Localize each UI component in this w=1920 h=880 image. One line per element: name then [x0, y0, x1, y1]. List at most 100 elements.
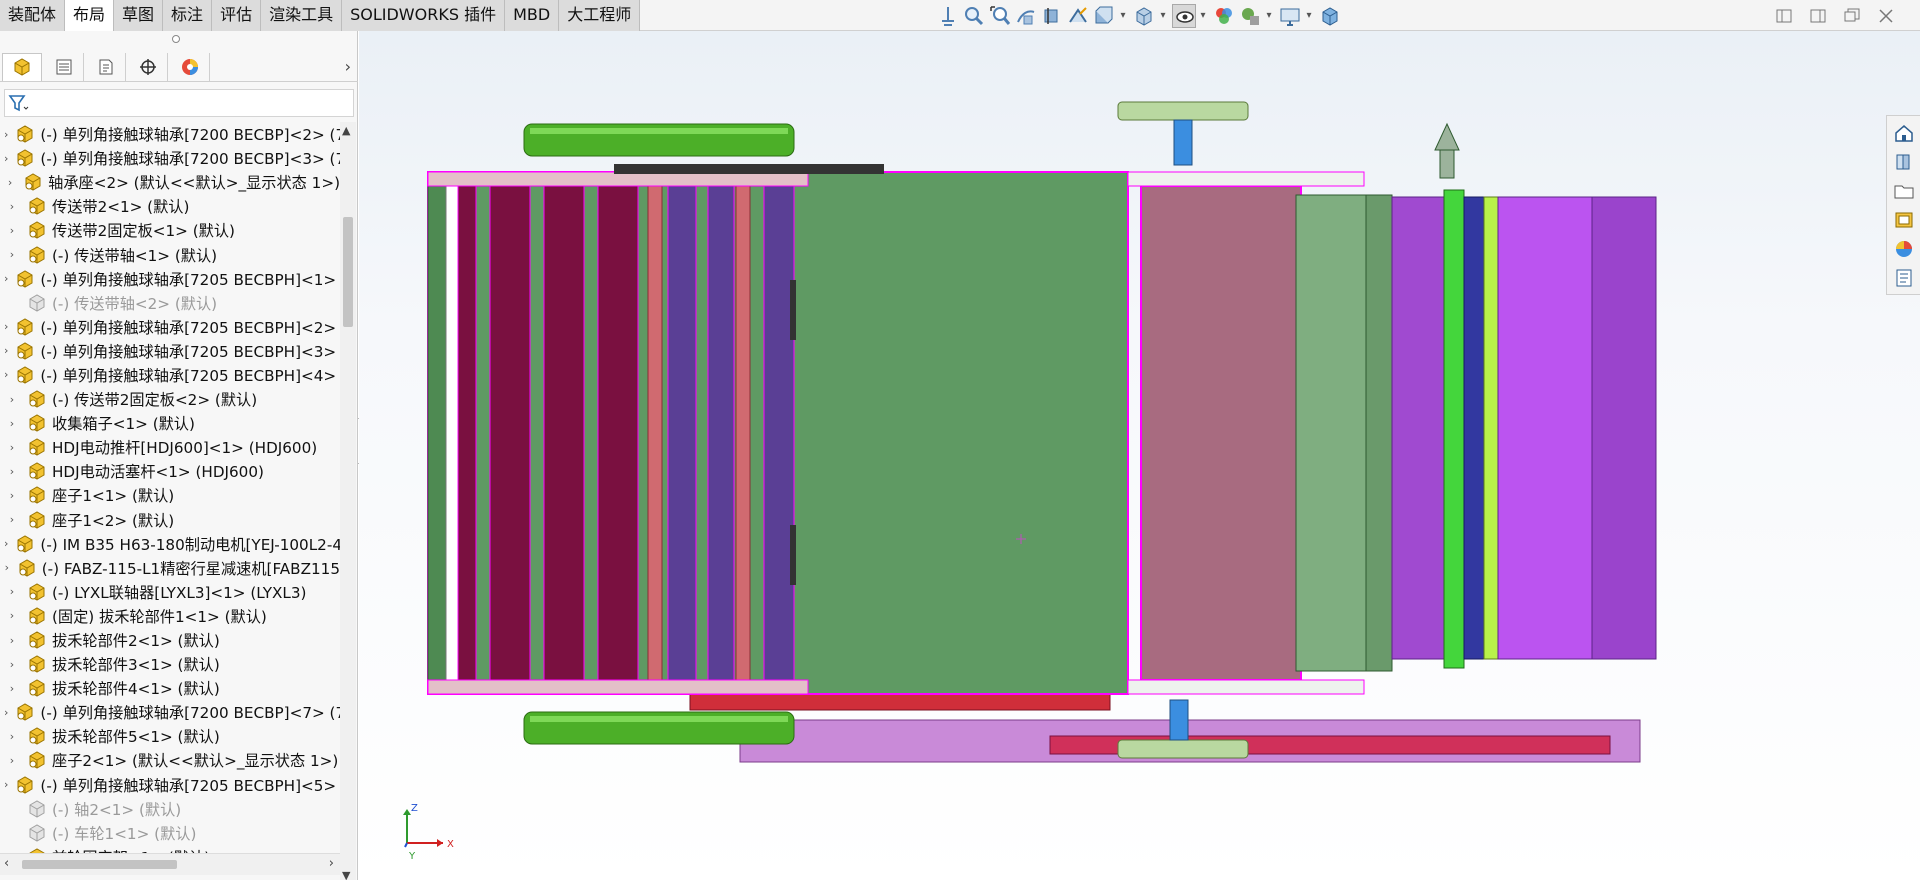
expand-arrow-icon[interactable]: ›	[4, 754, 20, 767]
tree-item[interactable]: (-) 传送带轴<2> (默认)	[0, 291, 340, 315]
dynamic-annotation-icon[interactable]	[1066, 4, 1090, 28]
expand-arrow-icon[interactable]: ›	[4, 513, 20, 526]
tree-item[interactable]: › 拔禾轮部件3<1> (默认)	[0, 652, 340, 676]
expand-arrow-icon[interactable]: ›	[4, 200, 20, 213]
tree-item[interactable]: (-) 车轮1<1> (默认)	[0, 821, 340, 845]
tree-item[interactable]: › HDJ电动活塞杆<1> (HDJ600)	[0, 459, 340, 483]
display-style-icon[interactable]	[1132, 4, 1156, 28]
tree-item[interactable]: › 收集箱子<1> (默认)	[0, 411, 340, 435]
tree-item[interactable]: › (-) FABZ-115-L1精密行星减速机[FABZ115	[0, 556, 340, 580]
dropdown-arrow-icon[interactable]: ▾	[1264, 4, 1274, 28]
graphics-area[interactable]: X Y Z	[359, 31, 1920, 880]
design-library-icon[interactable]	[1892, 150, 1916, 174]
configurationmanager-icon[interactable]	[86, 52, 126, 81]
expand-arrow-icon[interactable]: ›	[4, 585, 20, 598]
scroll-thumb[interactable]	[22, 860, 177, 869]
tree-item[interactable]: (-) 轴2<1> (默认)	[0, 797, 340, 821]
panel-drag-handle[interactable]	[172, 35, 180, 43]
apply-scene-icon[interactable]	[1238, 4, 1262, 28]
restore-pane-icon[interactable]	[1772, 4, 1796, 28]
expand-arrow-icon[interactable]: ›	[4, 368, 8, 381]
tree-item[interactable]: › HDJ电动推杆[HDJ600]<1> (HDJ600)	[0, 435, 340, 459]
tab-6[interactable]: SOLIDWORKS 插件	[342, 0, 506, 31]
tree-item[interactable]: › (-) 单列角接触球轴承[7200 BECBP]<2> (72	[0, 122, 340, 146]
scroll-right-icon[interactable]: ›	[329, 856, 334, 871]
expand-arrow-icon[interactable]: ›	[4, 706, 8, 719]
appearances-icon[interactable]	[1892, 237, 1916, 261]
tree-item[interactable]: › (固定) 拔禾轮部件1<1> (默认)	[0, 604, 340, 628]
expand-arrow-icon[interactable]: ›	[4, 778, 8, 791]
scroll-thumb[interactable]	[343, 217, 353, 327]
custom-properties-icon[interactable]	[1892, 266, 1916, 290]
expand-arrow-icon[interactable]: ›	[4, 344, 8, 357]
expand-arrow-icon[interactable]: ›	[4, 658, 20, 671]
tree-item[interactable]: › (-) 单列角接触球轴承[7200 BECBP]<3> (72	[0, 146, 340, 170]
expand-arrow-icon[interactable]: ›	[4, 441, 20, 454]
solidworks-resources-icon[interactable]	[1892, 121, 1916, 145]
tree-item[interactable]: › (-) 单列角接触球轴承[7205 BECBPH]<2> (	[0, 315, 340, 339]
tree-horizontal-scrollbar[interactable]: ‹ ›	[0, 853, 340, 875]
maximize-icon[interactable]	[1840, 4, 1864, 28]
tab-2[interactable]: 草图	[114, 0, 164, 31]
hide-show-items-icon[interactable]	[1172, 4, 1196, 28]
file-explorer-icon[interactable]	[1892, 179, 1916, 203]
expand-arrow-icon[interactable]: ›	[4, 248, 20, 261]
panel-scroll-right-icon[interactable]: ›	[345, 57, 351, 76]
expand-arrow-icon[interactable]: ›	[4, 465, 20, 478]
tree-item[interactable]: › (-) 单列角接触球轴承[7205 BECBPH]<3> (	[0, 339, 340, 363]
tab-0[interactable]: 装配体	[0, 0, 66, 31]
tree-item[interactable]: › (-) 传送带轴<1> (默认)	[0, 242, 340, 266]
scroll-down-icon[interactable]: ▼	[342, 869, 350, 880]
view-orientation-icon[interactable]	[936, 4, 960, 28]
assembly-model-view[interactable]	[359, 31, 1920, 880]
tab-5[interactable]: 渲染工具	[261, 0, 343, 31]
tab-8[interactable]: 大工程师	[559, 0, 641, 31]
expand-arrow-icon[interactable]: ›	[4, 176, 16, 189]
tree-item[interactable]: › 座子1<1> (默认)	[0, 483, 340, 507]
expand-arrow-icon[interactable]: ›	[4, 609, 20, 622]
expand-arrow-icon[interactable]: ›	[4, 489, 20, 502]
zoom-to-fit-icon[interactable]	[962, 4, 986, 28]
edit-appearance-icon[interactable]	[1212, 4, 1236, 28]
tile-pane-icon[interactable]	[1806, 4, 1830, 28]
dropdown-arrow-icon[interactable]: ▾	[1118, 4, 1128, 28]
expand-arrow-icon[interactable]: ›	[4, 152, 8, 165]
tree-item[interactable]: › 传送带2<1> (默认)	[0, 194, 340, 218]
tree-item[interactable]: › (-) 单列角接触球轴承[7200 BECBP]<7> (72	[0, 700, 340, 724]
dropdown-arrow-icon[interactable]: ▾	[1198, 4, 1208, 28]
view-orientation-dropdown-icon[interactable]	[1092, 4, 1116, 28]
displaymanager-icon[interactable]	[170, 52, 210, 81]
expand-arrow-icon[interactable]: ›	[4, 128, 8, 141]
previous-view-icon[interactable]	[1014, 4, 1038, 28]
expand-arrow-icon[interactable]: ›	[4, 730, 20, 743]
propertymanager-icon[interactable]	[44, 52, 84, 81]
tree-item[interactable]: › (-) 传送带2固定板<2> (默认)	[0, 387, 340, 411]
tree-item[interactable]: › 座子1<2> (默认)	[0, 508, 340, 532]
tab-3[interactable]: 标注	[163, 0, 213, 31]
expand-arrow-icon[interactable]: ›	[4, 320, 8, 333]
dropdown-arrow-icon[interactable]: ▾	[1158, 4, 1168, 28]
tree-filter[interactable]	[4, 89, 354, 117]
tree-item[interactable]: › 轴承座<2> (默认<<默认>_显示状态 1>)	[0, 170, 340, 194]
expand-arrow-icon[interactable]: ›	[4, 393, 20, 406]
expand-arrow-icon[interactable]: ›	[4, 682, 20, 695]
tab-4[interactable]: 评估	[212, 0, 262, 31]
featuremanager-icon[interactable]	[2, 52, 42, 81]
dimxpert-icon[interactable]	[128, 52, 168, 81]
tree-item[interactable]: › (-) 单列角接触球轴承[7205 BECBPH]<5> (	[0, 773, 340, 797]
view-palette-icon[interactable]	[1892, 208, 1916, 232]
tree-item[interactable]: › (-) 单列角接触球轴承[7205 BECBPH]<4> (	[0, 363, 340, 387]
expand-arrow-icon[interactable]: ›	[4, 537, 8, 550]
3d-view-icon[interactable]	[1318, 4, 1342, 28]
section-view-icon[interactable]	[1040, 4, 1064, 28]
tree-item[interactable]: › (-) 单列角接触球轴承[7205 BECBPH]<1> (	[0, 267, 340, 291]
expand-arrow-icon[interactable]: ›	[4, 272, 8, 285]
close-icon[interactable]	[1874, 4, 1898, 28]
zoom-to-area-icon[interactable]	[988, 4, 1012, 28]
dropdown-arrow-icon[interactable]: ▾	[1304, 4, 1314, 28]
tree-item[interactable]: › 拔禾轮部件5<1> (默认)	[0, 724, 340, 748]
tree-item[interactable]: › (-) LYXL联轴器[LYXL3]<1> (LYXL3)	[0, 580, 340, 604]
tree-item[interactable]: › (-) IM B35 H63-180制动电机[YEJ-100L2-4	[0, 532, 340, 556]
tree-item[interactable]: › 传送带2固定板<1> (默认)	[0, 218, 340, 242]
expand-arrow-icon[interactable]: ›	[4, 417, 20, 430]
